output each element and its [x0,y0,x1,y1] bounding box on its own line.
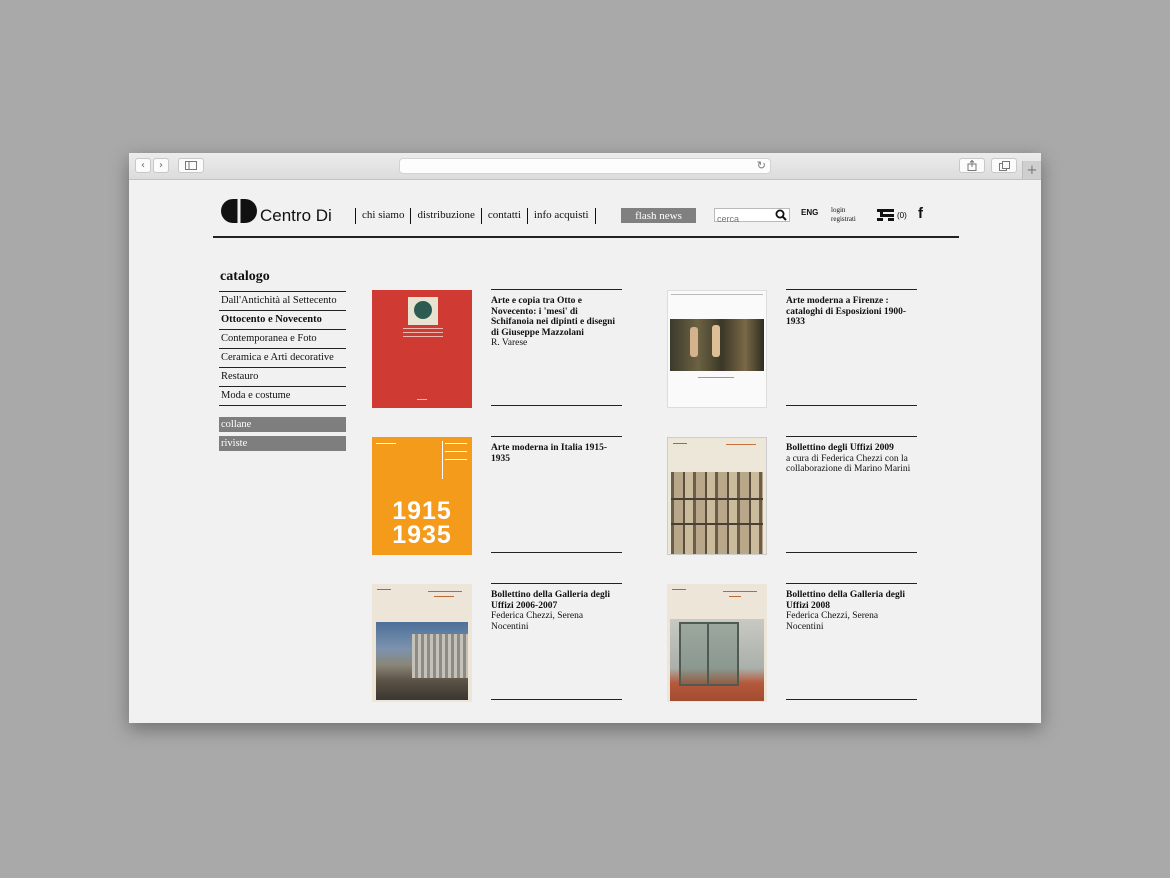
category-item[interactable]: Ceramica e Arti decorative [219,348,346,367]
book-cover[interactable] [667,584,767,702]
category-item[interactable]: Contemporanea e Foto [219,329,346,348]
category-item[interactable]: Restauro [219,367,346,386]
book-cover[interactable]: 1915 1935 [372,437,472,555]
book-title[interactable]: Arte e copia tra Otto e Novecento: i 'me… [491,296,622,338]
book-meta: Arte e copia tra Otto e Novecento: i 'me… [491,289,622,406]
centro-di-logo-icon [221,199,257,223]
book-meta: Bollettino della Galleria degli Uffizi 2… [491,583,622,700]
address-bar[interactable]: ↻ [399,158,771,174]
category-list: Dall'Antichità al Settecento Ottocento e… [219,291,346,406]
new-tab-button[interactable]: + [1022,161,1041,179]
riviste-button[interactable]: riviste [219,436,346,451]
book-meta: Arte moderna a Firenze : cataloghi di Es… [786,289,917,406]
book-cover[interactable] [667,290,767,408]
reload-icon[interactable]: ↻ [757,159,766,172]
language-switch[interactable]: ENG [801,208,818,217]
book-meta: Bollettino degli Uffizi 2009 a cura di F… [786,436,917,553]
book-meta: Arte moderna in Italia 1915-1935 [491,436,622,553]
category-item[interactable]: Dall'Antichità al Settecento [219,291,346,310]
share-icon [967,160,977,171]
book-title[interactable]: Bollettino della Galleria degli Uffizi 2… [491,590,622,611]
book-meta: Bollettino della Galleria degli Uffizi 2… [786,583,917,700]
sidebar-icon [185,161,197,170]
cover-year-1915: 1915 [392,497,452,525]
book-cover[interactable] [667,437,767,555]
facebook-icon[interactable]: f [918,205,923,222]
book-item[interactable]: Arte e copia tra Otto e Novecento: i 'me… [372,289,672,409]
catalog-title: catalogo [220,269,270,284]
book-item[interactable]: 1915 1935 Arte moderna in Italia 1915-19… [372,436,672,556]
book-author: Federica Chezzi, Serena Nocentini [491,611,584,632]
nav-distribuzione[interactable]: distribuzione [410,208,480,224]
book-author: a cura di Federica Chezzi con la collabo… [786,453,911,475]
book-title[interactable]: Arte moderna a Firenze : cataloghi di Es… [786,296,917,328]
search-icon[interactable] [775,209,787,221]
flash-news-button[interactable]: flash news [621,208,696,223]
book-item[interactable]: Bollettino della Galleria degli Uffizi 2… [372,583,672,703]
nav-contatti[interactable]: contatti [480,208,527,224]
back-button[interactable]: ‹ [135,158,151,173]
nav-chi-siamo[interactable]: chi siamo [355,208,410,224]
logo-text[interactable]: Centro Di [260,206,332,226]
book-cover[interactable] [372,290,472,408]
cart-count: (0) [897,210,907,220]
search-box [714,208,790,225]
browser-toolbar: ‹ › ↻ + [129,153,1041,180]
main-nav: chi siamo distribuzione contatti info ac… [355,208,596,224]
category-item[interactable]: Moda e costume [219,386,346,405]
browser-window: ‹ › ↻ + Centro Di chi siamo distribuzion… [129,153,1041,723]
tabs-button[interactable] [991,158,1017,173]
account-links: login registrati [831,206,856,224]
collane-button[interactable]: collane [219,417,346,432]
tabs-icon [998,160,1010,171]
cover-year-1935: 1935 [392,521,452,549]
register-link[interactable]: registrati [831,215,856,224]
book-author: Federica Chezzi, Serena Nocentini [786,611,879,632]
cart-button[interactable]: (0) [877,208,907,222]
book-item[interactable]: Bollettino della Galleria degli Uffizi 2… [667,583,967,703]
category-item-active[interactable]: Ottocento e Novecento [219,310,346,329]
header-divider [213,236,959,238]
book-title[interactable]: Bollettino della Galleria degli Uffizi 2… [786,590,917,611]
cart-icon [877,209,894,221]
book-author: R. Varese [491,338,528,348]
search-input[interactable] [715,213,775,225]
book-item[interactable]: Arte moderna a Firenze : cataloghi di Es… [667,289,967,409]
book-title[interactable]: Bollettino degli Uffizi 2009 [786,443,917,454]
forward-button[interactable]: › [153,158,169,173]
login-link[interactable]: login [831,206,856,215]
sidebar-toggle-button[interactable] [178,158,204,173]
book-item[interactable]: Bollettino degli Uffizi 2009 a cura di F… [667,436,967,556]
book-title[interactable]: Arte moderna in Italia 1915-1935 [491,443,622,464]
book-cover[interactable] [372,584,472,702]
share-button[interactable] [959,158,985,173]
nav-info-acquisti[interactable]: info acquisti [526,208,596,224]
